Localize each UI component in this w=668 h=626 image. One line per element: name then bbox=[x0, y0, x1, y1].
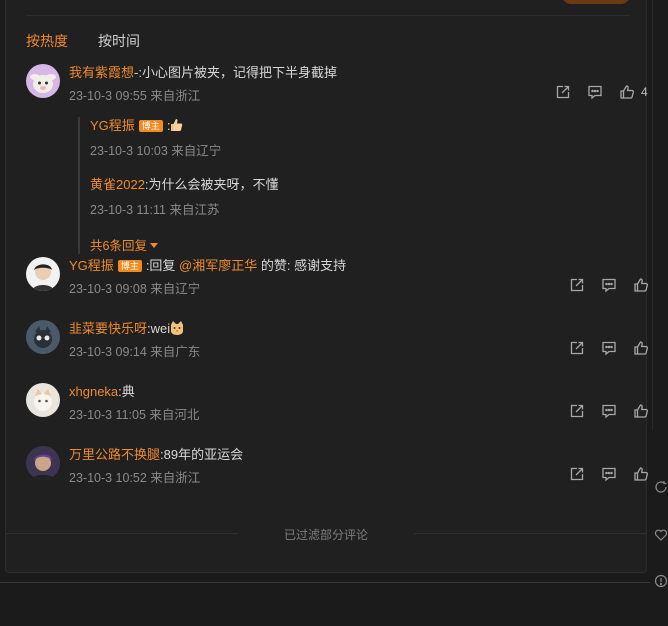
tab-sort-time[interactable]: 按时间 bbox=[98, 31, 140, 51]
avatar[interactable] bbox=[26, 446, 60, 480]
sort-tabs: 按热度 按时间 bbox=[26, 31, 140, 51]
username[interactable]: 黄雀2022 bbox=[90, 177, 145, 192]
caret-down-icon bbox=[149, 243, 158, 248]
tab-sort-hot[interactable]: 按热度 bbox=[26, 31, 68, 51]
comments-panel: 按热度 按时间 我有紫霞想-:小心图片被夹，记得把下半身截掉 23-10-3 0… bbox=[5, 0, 650, 573]
share-icon[interactable] bbox=[569, 466, 585, 482]
comment-actions: 4 bbox=[539, 84, 648, 100]
like-icon[interactable] bbox=[619, 84, 635, 100]
username[interactable]: 我有紫霞想 bbox=[69, 65, 134, 80]
reply-meta: 23-10-3 11:11 来自江苏 bbox=[90, 203, 220, 217]
like-icon[interactable] bbox=[633, 403, 649, 419]
mention-link[interactable]: @湘军廖正华 bbox=[179, 258, 257, 273]
like-count: 4 bbox=[641, 85, 648, 99]
share-icon[interactable] bbox=[569, 403, 585, 419]
comment-meta: 23-10-3 09:08 来自辽宁 bbox=[69, 282, 201, 296]
divider bbox=[26, 15, 630, 16]
comment-actions bbox=[553, 403, 649, 419]
more-replies-link[interactable]: 共6条回复 bbox=[90, 235, 650, 254]
comment-text: :89年的亚运会 bbox=[160, 447, 244, 462]
like-icon[interactable] bbox=[633, 277, 649, 293]
divider bbox=[0, 582, 650, 583]
divider bbox=[414, 533, 646, 534]
refresh-icon[interactable] bbox=[654, 480, 668, 494]
comment-text: :典 bbox=[118, 384, 135, 399]
comment-meta: 23-10-3 10:52 来自浙江 bbox=[69, 471, 201, 485]
thumbs-up-emoji bbox=[170, 118, 183, 132]
filtered-notice-text: 已过滤部分评论 bbox=[283, 528, 368, 542]
comment-icon[interactable] bbox=[601, 403, 617, 419]
avatar[interactable] bbox=[26, 64, 60, 98]
like-icon[interactable] bbox=[633, 466, 649, 482]
comment-icon[interactable] bbox=[601, 466, 617, 482]
username[interactable]: YG程振 bbox=[90, 118, 135, 133]
comment-icon[interactable] bbox=[601, 340, 617, 356]
filtered-notice: 已过滤部分评论 bbox=[6, 524, 646, 544]
info-icon[interactable] bbox=[654, 574, 668, 588]
scrollbar-track[interactable] bbox=[652, 0, 653, 430]
comment-actions bbox=[553, 340, 649, 356]
comment-text: -:小心图片被夹，记得把下半身截掉 bbox=[134, 65, 337, 80]
avatar[interactable] bbox=[26, 320, 60, 354]
username[interactable]: 万里公路不换腿 bbox=[69, 447, 160, 462]
reply-thread: YG程振 博主: 23-10-3 10:03 来自辽宁 黄雀2022:为什么会被夹… bbox=[78, 117, 650, 254]
comment-actions bbox=[553, 466, 649, 482]
comment-meta: 23-10-3 11:05 来自河北 bbox=[69, 408, 200, 422]
author-badge: 博主 bbox=[117, 260, 142, 272]
cat-emoji bbox=[170, 321, 184, 335]
username[interactable]: YG程振 bbox=[69, 258, 114, 273]
comment-text-suffix: 的赞: 感谢支持 bbox=[257, 258, 347, 273]
comment-icon[interactable] bbox=[587, 84, 603, 100]
username[interactable]: xhgneka bbox=[69, 384, 118, 399]
avatar[interactable] bbox=[26, 383, 60, 417]
reply-item: 黄雀2022:为什么会被夹呀，不懂 23-10-3 11:11 来自江苏 bbox=[90, 176, 650, 235]
reply-text: :为什么会被夹呀，不懂 bbox=[144, 177, 279, 192]
share-icon[interactable] bbox=[569, 277, 585, 293]
author-badge: 博主 bbox=[138, 120, 163, 132]
comment-icon[interactable] bbox=[601, 277, 617, 293]
comment-actions bbox=[553, 277, 649, 293]
submit-button-edge[interactable] bbox=[562, 0, 630, 4]
reply-item: YG程振 博主: 23-10-3 10:03 来自辽宁 bbox=[90, 117, 650, 176]
share-icon[interactable] bbox=[569, 340, 585, 356]
comment-meta: 23-10-3 09:14 来自广东 bbox=[69, 345, 201, 359]
username[interactable]: 韭菜要快乐呀 bbox=[69, 321, 147, 336]
heart-icon[interactable] bbox=[654, 528, 668, 542]
comment-text-prefix: :回复 bbox=[145, 258, 180, 273]
comment-text: :wei bbox=[147, 321, 171, 336]
more-replies-label: 共6条回复 bbox=[90, 239, 147, 253]
share-icon[interactable] bbox=[555, 84, 571, 100]
avatar[interactable] bbox=[26, 257, 60, 291]
reply-meta: 23-10-3 10:03 来自辽宁 bbox=[90, 144, 222, 158]
like-icon[interactable] bbox=[633, 340, 649, 356]
